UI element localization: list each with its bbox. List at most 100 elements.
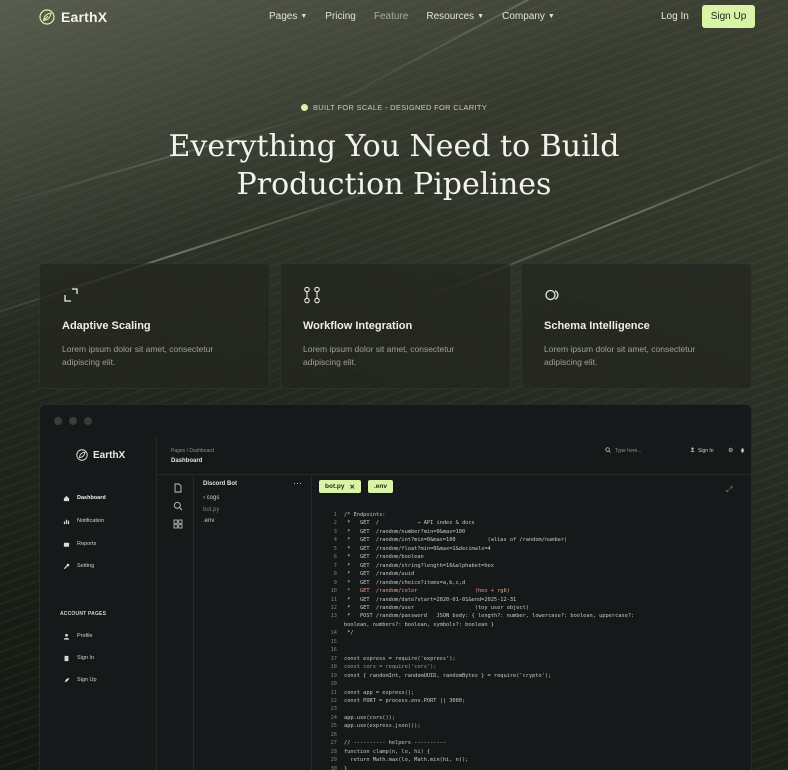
rocket-icon [62,676,70,684]
line-number: 12 [330,604,337,611]
sidebar-item-setting[interactable]: Setting [62,562,94,570]
line-number: 10 [330,588,337,595]
app-topbar: Pages / Dashboard Dashboard Type here...… [157,437,751,475]
line-number: 17 [330,655,337,662]
line-number: 2 [333,520,337,527]
folder-cogs[interactable]: › cogs [203,495,219,501]
wrench-icon [62,562,70,570]
code-line: 19 const { randomInt, randomUUID, randomB… [325,672,745,680]
search-box[interactable]: Type here... [605,447,641,455]
page-title: Dashboard [171,458,203,464]
code-line: 9 * GET /random/choice?items=a,b,c,d [325,579,745,587]
sidebar-item-reports[interactable]: Reports [62,540,96,548]
code-text: /* Endpoints: [344,512,386,518]
line-number: 19 [330,672,337,679]
code-line: 28 function clamp(n, lo, hi) { [325,748,745,756]
line-number: 1 [333,512,337,518]
code-text: // ---------- helpers ---------- [344,740,447,747]
line-number: 6 [333,554,337,561]
fullscreen-icon[interactable]: ⤢ [726,485,732,495]
topbar-signin[interactable]: Sign In [690,447,714,454]
feature-card-workflow-integration: Workflow Integration Lorem ipsum dolor s… [280,263,511,389]
menu-item-feature[interactable]: Feature [374,11,408,22]
line-number: 25 [330,723,337,730]
tab-env[interactable]: .env [368,480,394,493]
tab-bot-py[interactable]: bot.py ✕ [319,480,361,493]
feature-card-schema-intelligence: Schema Intelligence Lorem ipsum dolor si… [521,263,752,389]
menu-label: Pages [269,11,298,22]
signup-button[interactable]: Sign Up [702,5,755,28]
line-number: 9 [333,579,337,586]
sidebar-item-dashboard[interactable]: Dashboard [62,494,106,502]
tab-label: .env [374,483,388,490]
code-text: } [344,765,348,770]
code-line: 11 * GET /random/date?start=2020-01-01&e… [325,596,745,604]
code-text: * GET /random/int?min=0&max=100 (alias o… [344,537,568,544]
brand-logo[interactable]: EarthX [39,9,107,25]
badge-dot-icon [300,104,308,111]
search-icon[interactable] [173,501,183,511]
circles-icon [545,289,559,301]
project-title: Discord Bot [203,481,238,487]
code-text: return Math.max(lo, Math.min(hi, n)); [344,757,469,764]
code-line: 14 */ [325,629,745,637]
code-line: 4 * GET /random/int?min=0&max=100 (alias… [325,536,745,544]
more-options-icon[interactable]: ⋯ [293,478,302,489]
window-dot [54,417,62,425]
code-text: * GET /random/string?length=16&alphabet=… [344,562,494,569]
code-line: 27 // ---------- helpers ---------- [325,739,745,747]
app-sidebar: EarthX Dashboard Notification Reports Se… [40,437,157,770]
window-dot [84,417,92,425]
code-text: * GET /random/date?start=2020-01-01&end=… [344,596,517,603]
sidebar-item-signin[interactable]: Sign In [62,654,94,662]
search-input[interactable]: Type here... [615,448,641,454]
line-number: 21 [330,689,337,696]
code-line: boolean, numbers?: boolean, symbols?: bo… [325,621,745,629]
gear-icon[interactable]: ⚙ [728,447,733,454]
code-line: 26 [325,731,745,739]
code-line: 3 * GET /random/number?min=0&max=100 [325,528,745,536]
sidebar-label: Sign In [77,655,95,661]
file-env[interactable]: .env [203,518,214,524]
line-number: 27 [330,740,337,747]
sidebar-section-heading: ACCOUNT PAGES [60,611,107,617]
bell-icon[interactable] [740,447,745,455]
brand-name: EarthX [61,9,108,25]
extensions-icon[interactable] [173,519,183,529]
code-text: const app = express(); [344,689,415,696]
sidebar-item-signup[interactable]: Sign Up [62,676,97,684]
line-number: 30 [330,765,337,770]
line-number: 13 [330,613,337,620]
menu-label: Pricing [325,11,356,22]
feature-description: Lorem ipsum dolor sit amet, consectetur … [544,344,696,367]
code-text: * GET /random/uuid [344,571,415,578]
code-line: 29 return Math.max(lo, Math.min(hi, n)); [325,756,745,764]
menu-item-company[interactable]: Company ▼ [502,11,555,22]
file-icon[interactable] [173,483,183,493]
menu-item-pricing[interactable]: Pricing [325,11,356,22]
close-icon[interactable]: ✕ [350,483,355,491]
line-number [325,621,337,629]
hero-title: Everything You Need to Build Production … [0,128,788,204]
menu-item-pages[interactable]: Pages ▼ [269,11,307,22]
login-link[interactable]: Log In [661,11,689,22]
sidebar-item-profile[interactable]: Profile [62,632,93,640]
code-line: 6 * GET /random/boolean [325,553,745,561]
line-number: 5 [333,545,337,552]
line-number: 7 [333,562,337,569]
app-logo[interactable]: EarthX [76,449,125,461]
top-navbar: EarthX Pages ▼ Pricing Feature Resources ▼… [0,0,788,34]
code-text: const express = require('express'); [344,655,456,662]
line-number: 4 [333,537,337,544]
line-number: 18 [330,664,337,671]
sidebar-item-notification[interactable]: Notification [62,517,104,525]
file-explorer: Discord Bot ⋯ › cogs bot.py .env [194,475,312,770]
chevron-down-icon: ▼ [477,13,485,20]
hero-badge: BUILT FOR SCALE - DESIGNED FOR CLARITY [0,103,788,112]
card-icon [62,540,70,548]
editor-icon-rail [157,475,194,770]
menu-item-resources[interactable]: Resources ▼ [426,11,484,22]
file-bot-py[interactable]: bot.py [203,507,219,513]
sidebar-label: Notification [77,518,105,524]
line-number: 26 [330,731,337,738]
